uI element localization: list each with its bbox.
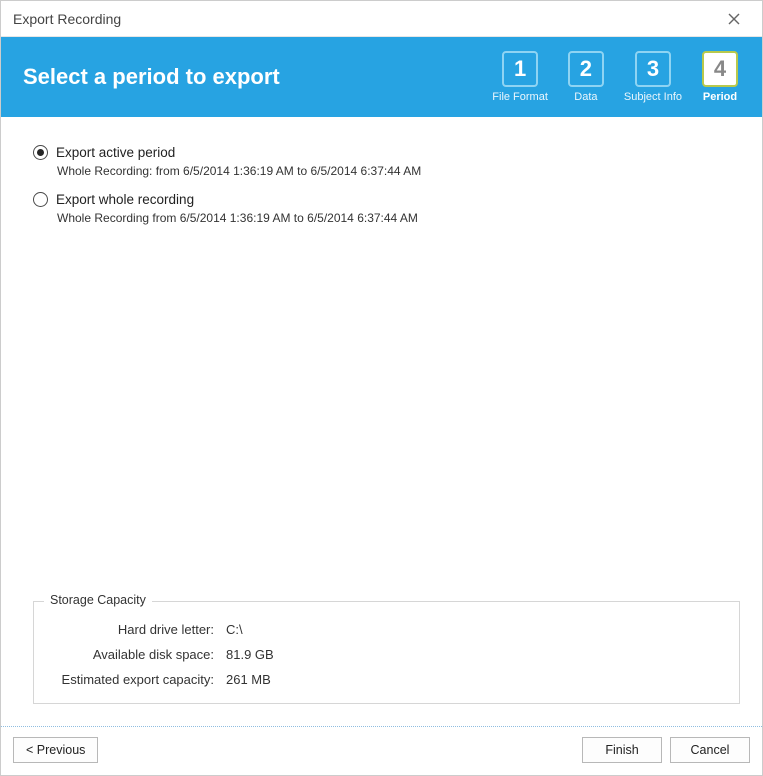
- capacity-label: Estimated export capacity:: [48, 672, 226, 687]
- page-title: Select a period to export: [23, 64, 492, 90]
- radio-icon: [33, 192, 48, 207]
- step-data[interactable]: 2 Data: [562, 51, 610, 103]
- step-number: 1: [502, 51, 538, 87]
- wizard-footer: < Previous Finish Cancel: [1, 727, 762, 775]
- radio-icon: [33, 145, 48, 160]
- step-label: File Format: [492, 91, 548, 103]
- space-label: Available disk space:: [48, 647, 226, 662]
- step-label: Subject Info: [624, 91, 682, 103]
- step-number: 2: [568, 51, 604, 87]
- step-file-format[interactable]: 1 File Format: [492, 51, 548, 103]
- titlebar: Export Recording: [1, 1, 762, 37]
- window-title: Export Recording: [13, 11, 121, 27]
- cancel-button[interactable]: Cancel: [670, 737, 750, 763]
- wizard-header: Select a period to export 1 File Format …: [1, 37, 762, 117]
- finish-button[interactable]: Finish: [582, 737, 662, 763]
- wizard-steps: 1 File Format 2 Data 3 Subject Info 4 Pe…: [492, 51, 744, 103]
- storage-row-space: Available disk space: 81.9 GB: [48, 647, 725, 662]
- option-description: Whole Recording: from 6/5/2014 1:36:19 A…: [57, 164, 740, 178]
- option-description: Whole Recording from 6/5/2014 1:36:19 AM…: [57, 211, 740, 225]
- storage-row-capacity: Estimated export capacity: 261 MB: [48, 672, 725, 687]
- export-recording-dialog: Export Recording Select a period to expo…: [0, 0, 763, 776]
- storage-capacity-groupbox: Storage Capacity Hard drive letter: C:\ …: [33, 601, 740, 704]
- radio-label: Export active period: [56, 145, 175, 160]
- step-subject-info[interactable]: 3 Subject Info: [624, 51, 682, 103]
- drive-value: C:\: [226, 622, 243, 637]
- groupbox-legend: Storage Capacity: [44, 593, 152, 607]
- drive-label: Hard drive letter:: [48, 622, 226, 637]
- close-button[interactable]: [714, 5, 754, 33]
- option-whole-recording: Export whole recording Whole Recording f…: [33, 192, 740, 225]
- storage-row-drive: Hard drive letter: C:\: [48, 622, 725, 637]
- step-number: 4: [702, 51, 738, 87]
- radio-label: Export whole recording: [56, 192, 194, 207]
- step-label: Period: [703, 91, 737, 103]
- space-value: 81.9 GB: [226, 647, 274, 662]
- option-active-period: Export active period Whole Recording: fr…: [33, 145, 740, 178]
- step-label: Data: [574, 91, 597, 103]
- radio-active-period[interactable]: Export active period: [33, 145, 740, 160]
- wizard-body: Export active period Whole Recording: fr…: [1, 117, 762, 714]
- radio-whole-recording[interactable]: Export whole recording: [33, 192, 740, 207]
- previous-button[interactable]: < Previous: [13, 737, 98, 763]
- close-icon: [728, 13, 740, 25]
- step-number: 3: [635, 51, 671, 87]
- capacity-value: 261 MB: [226, 672, 271, 687]
- step-period[interactable]: 4 Period: [696, 51, 744, 103]
